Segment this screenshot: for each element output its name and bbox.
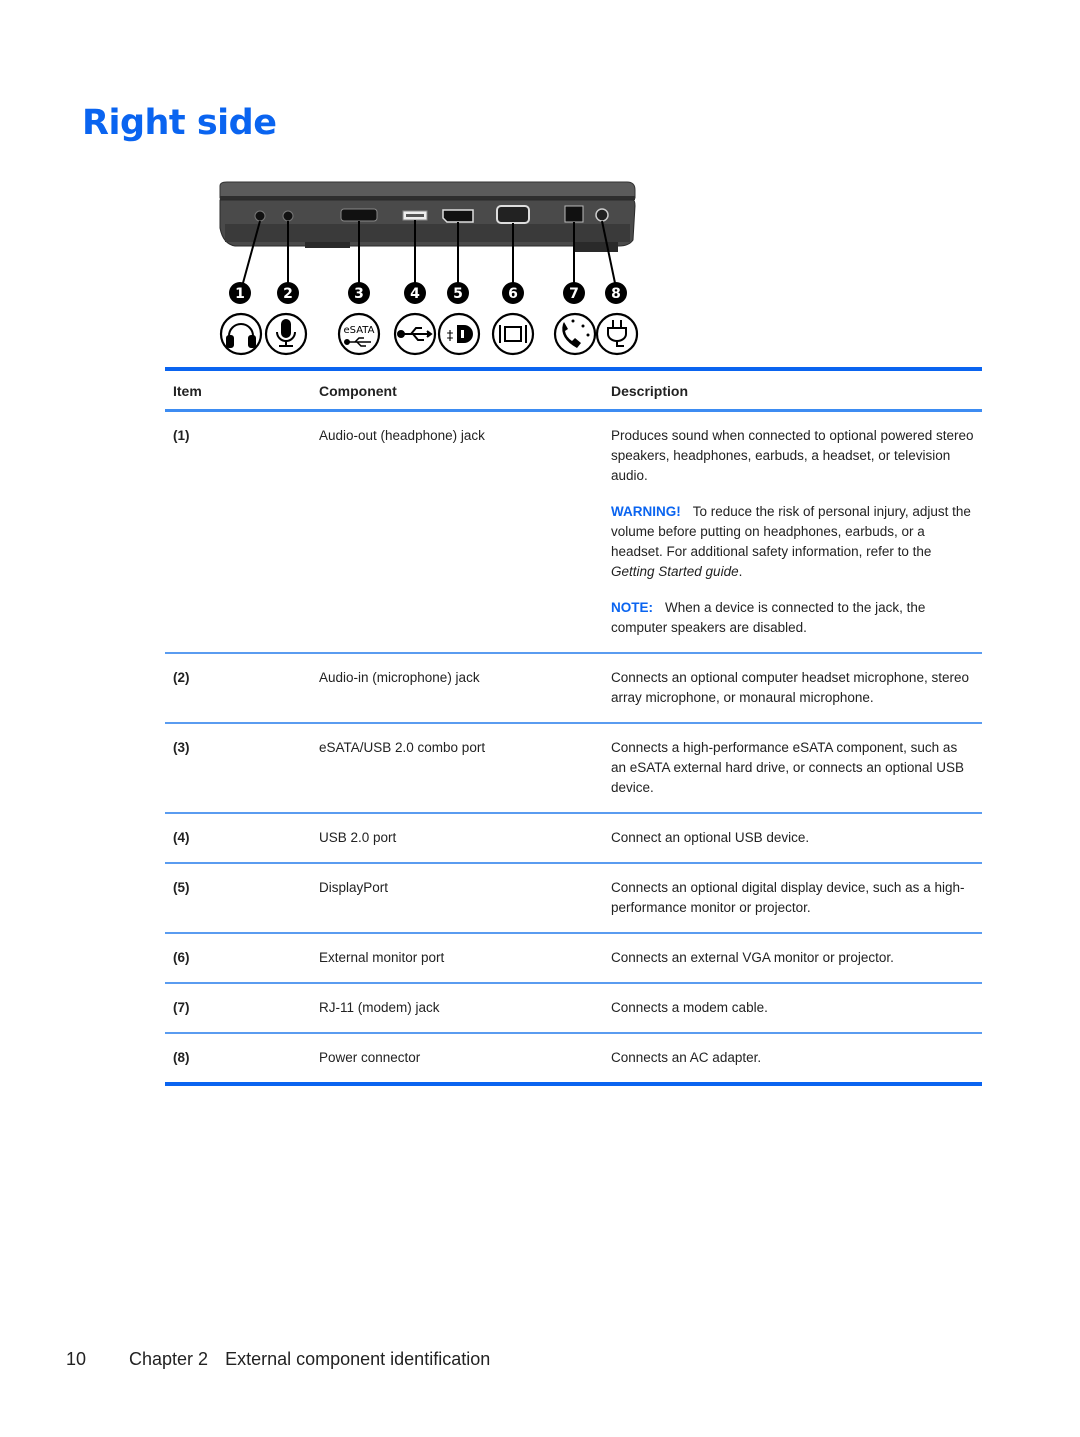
headphone-icon xyxy=(219,312,263,356)
header-description: Description xyxy=(611,383,689,399)
header-item: Item xyxy=(173,383,202,399)
svg-text:5: 5 xyxy=(453,286,463,302)
component-name: Audio-in (microphone) jack xyxy=(319,670,480,685)
item-number: (2) xyxy=(173,670,190,685)
item-number: (1) xyxy=(173,428,190,443)
power-plug-icon xyxy=(595,312,639,356)
description-text: Connects an external VGA monitor or proj… xyxy=(611,950,894,965)
svg-text:‡: ‡ xyxy=(447,329,454,344)
modem-icon xyxy=(553,312,597,356)
usb-icon xyxy=(393,312,437,356)
svg-text:eSATA: eSATA xyxy=(344,325,375,336)
table-row: (4) USB 2.0 port Connect an optional USB… xyxy=(165,812,982,862)
table-row: (8) Power connector Connects an AC adapt… xyxy=(165,1032,982,1082)
table-row: (1) Audio-out (headphone) jack Produces … xyxy=(165,412,982,652)
note-block: NOTE: When a device is connected to the j… xyxy=(611,598,974,638)
svg-text:7: 7 xyxy=(569,286,579,302)
table-row: (7) RJ-11 (modem) jack Connects a modem … xyxy=(165,982,982,1032)
note-label: NOTE: xyxy=(611,600,653,615)
component-name: USB 2.0 port xyxy=(319,830,397,845)
svg-text:2: 2 xyxy=(283,286,293,302)
item-number: (3) xyxy=(173,740,190,755)
laptop-right-side-figure: 1 2 3 4 5 6 7 8 eSATA ‡ xyxy=(215,178,645,363)
note-text: When a device is connected to the jack, … xyxy=(611,600,926,635)
table-header-row: Item Component Description xyxy=(165,371,982,412)
svg-text:1: 1 xyxy=(235,286,245,302)
header-component: Component xyxy=(319,383,397,399)
description-text: Connects an AC adapter. xyxy=(611,1050,762,1065)
external-monitor-icon xyxy=(491,312,535,356)
callout-1: 1 xyxy=(229,282,251,304)
description-text: Connects an optional digital display dev… xyxy=(611,880,965,915)
svg-text:3: 3 xyxy=(354,286,364,302)
component-name: RJ-11 (modem) jack xyxy=(319,1000,440,1015)
description-text: Connects a modem cable. xyxy=(611,1000,768,1015)
chapter-label: Chapter 2 xyxy=(129,1349,209,1369)
item-number: (6) xyxy=(173,950,190,965)
page-title: Right side xyxy=(82,103,277,143)
item-number: (8) xyxy=(173,1050,190,1065)
callout-4: 4 xyxy=(404,282,426,304)
svg-text:6: 6 xyxy=(508,286,518,302)
item-number: (4) xyxy=(173,830,190,845)
component-name: Power connector xyxy=(319,1050,421,1065)
table-row: (3) eSATA/USB 2.0 combo port Connects a … xyxy=(165,722,982,812)
components-table: Item Component Description (1) Audio-out… xyxy=(165,367,982,1086)
description-text: Connects a high-performance eSATA compon… xyxy=(611,740,964,795)
page-footer: 10 Chapter 2 External component identifi… xyxy=(66,1349,490,1370)
displayport-icon: ‡ xyxy=(437,312,481,356)
callout-2: 2 xyxy=(277,282,299,304)
component-name: Audio-out (headphone) jack xyxy=(319,428,485,443)
table-row: (6) External monitor port Connects an ex… xyxy=(165,932,982,982)
description-cell: Produces sound when connected to optiona… xyxy=(611,426,982,638)
callout-8: 8 xyxy=(605,282,627,304)
svg-text:8: 8 xyxy=(611,286,621,302)
component-name: DisplayPort xyxy=(319,880,389,895)
svg-text:4: 4 xyxy=(410,286,420,302)
chapter-title: External component identification xyxy=(225,1349,491,1369)
description-text: Produces sound when connected to optiona… xyxy=(611,428,974,483)
callout-7: 7 xyxy=(563,282,585,304)
table-row: (2) Audio-in (microphone) jack Connects … xyxy=(165,652,982,722)
item-number: (5) xyxy=(173,880,190,895)
laptop-right-side-image xyxy=(219,181,636,252)
page-number: 10 xyxy=(66,1349,87,1369)
component-name: External monitor port xyxy=(319,950,445,965)
callout-6: 6 xyxy=(502,282,524,304)
item-number: (7) xyxy=(173,1000,190,1015)
warning-block: WARNING! To reduce the risk of personal i… xyxy=(611,502,974,582)
component-name: eSATA/USB 2.0 combo port xyxy=(319,740,486,755)
callout-5: 5 xyxy=(447,282,469,304)
warning-label: WARNING! xyxy=(611,504,681,519)
microphone-icon xyxy=(264,312,308,356)
description-text: Connect an optional USB device. xyxy=(611,830,810,845)
description-text: Connects an optional computer headset mi… xyxy=(611,670,969,705)
warning-text-end: . xyxy=(738,564,743,579)
table-row: (5) DisplayPort Connects an optional dig… xyxy=(165,862,982,932)
esata-usb-icon: eSATA xyxy=(337,312,381,356)
getting-started-guide-reference: Getting Started guide xyxy=(611,564,739,579)
callout-3: 3 xyxy=(348,282,370,304)
